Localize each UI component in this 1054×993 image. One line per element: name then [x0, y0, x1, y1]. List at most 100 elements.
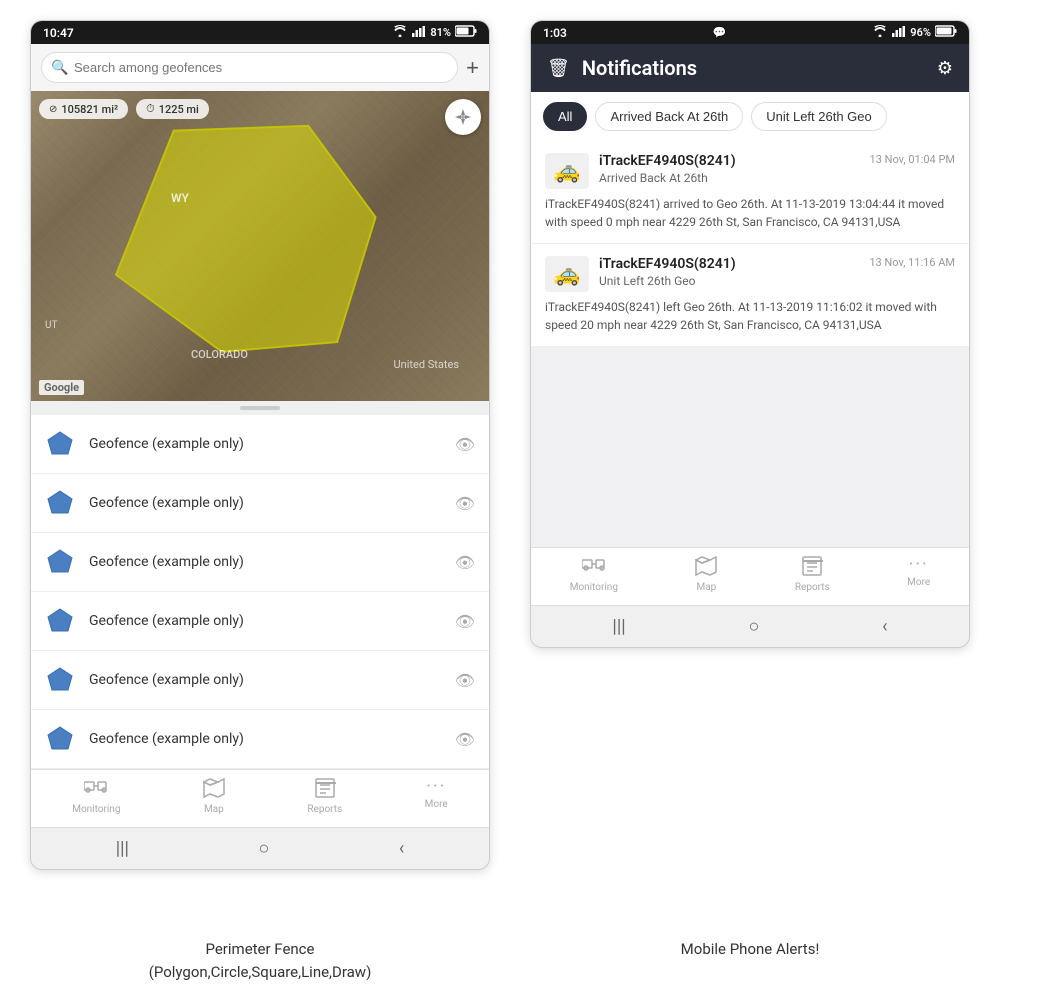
nav-monitoring-left[interactable]: Monitoring [72, 778, 120, 815]
settings-icon[interactable]: ⚙ [937, 58, 953, 79]
event-type-2: Unit Left 26th Geo [599, 274, 955, 288]
visibility-toggle-4[interactable]: 👁 [455, 612, 475, 631]
visibility-toggle-6[interactable]: 👁 [455, 730, 475, 749]
right-battery-icon [935, 25, 957, 40]
android-menu-btn[interactable]: ||| [116, 838, 129, 859]
nav-more-right[interactable]: ··· More [907, 556, 930, 593]
geofence-item-3[interactable]: Geofence (example only) 👁 [31, 533, 489, 592]
reports-label-left: Reports [307, 804, 342, 815]
map-stats: ⊘ 105821 mi² ⏱ 1225 mi [39, 99, 209, 119]
geofence-item-1[interactable]: Geofence (example only) 👁 [31, 415, 489, 474]
android-back-btn[interactable]: ‹ [399, 838, 404, 859]
left-phone: 10:47 81% 🔍 [30, 20, 490, 928]
map-label-wy: WY [171, 191, 189, 205]
right-time: 1:03 [543, 26, 567, 40]
device-name-1: iTrackEF4940S(8241) [599, 153, 736, 169]
area-icon: ⊘ [49, 104, 57, 115]
notif-info-1: iTrackEF4940S(8241) 13 Nov, 01:04 PM Arr… [599, 153, 955, 185]
reports-icon-left [314, 778, 336, 801]
android-home-btn[interactable]: ○ [258, 838, 269, 859]
geofence-list: Geofence (example only) 👁 Geofence (exam… [31, 415, 489, 769]
geofence-item-4[interactable]: Geofence (example only) 👁 [31, 592, 489, 651]
left-android-nav: ||| ○ ‹ [31, 827, 489, 869]
geofence-name-3: Geofence (example only) [89, 554, 441, 570]
perimeter-icon: ⏱ [146, 102, 155, 116]
scroll-indicator [31, 401, 489, 415]
geofence-icon-5 [45, 665, 75, 695]
visibility-toggle-2[interactable]: 👁 [455, 494, 475, 513]
more-icon-right: ··· [909, 556, 929, 574]
geofence-icon-3 [45, 547, 75, 577]
signal-icon [412, 25, 426, 40]
right-android-home-btn[interactable]: ○ [748, 616, 759, 637]
monitoring-label-left: Monitoring [72, 804, 120, 815]
caption-left: Perimeter Fence(Polygon,Circle,Square,Li… [30, 928, 490, 993]
notif-row-1: iTrackEF4940S(8241) 13 Nov, 01:04 PM [599, 153, 955, 169]
nav-monitoring-right[interactable]: Monitoring [570, 556, 618, 593]
visibility-toggle-3[interactable]: 👁 [455, 553, 475, 572]
nav-reports-left[interactable]: Reports [307, 778, 342, 815]
filter-tab-arrived[interactable]: Arrived Back At 26th [595, 102, 743, 131]
notification-card-2[interactable]: 🚕 iTrackEF4940S(8241) 13 Nov, 11:16 AM U… [531, 244, 969, 347]
search-input[interactable] [41, 52, 458, 83]
reports-icon-right [801, 556, 823, 579]
geofence-item-6[interactable]: Geofence (example only) 👁 [31, 710, 489, 769]
notif-body-2: iTrackEF4940S(8241) left Geo 26th. At 11… [545, 298, 955, 334]
compass-button[interactable] [445, 99, 481, 135]
right-android-menu-btn[interactable]: ||| [612, 616, 625, 637]
right-android-back-btn[interactable]: ‹ [882, 616, 887, 637]
device-name-2: iTrackEF4940S(8241) [599, 256, 736, 272]
map-label-colorado: COLORADO [191, 348, 248, 361]
notif-card-header-1: 🚕 iTrackEF4940S(8241) 13 Nov, 01:04 PM A… [545, 153, 955, 189]
more-label-left: More [425, 799, 448, 810]
geofence-name-1: Geofence (example only) [89, 436, 441, 452]
left-status-bar: 10:47 81% [31, 21, 489, 44]
notif-body-1: iTrackEF4940S(8241) arrived to Geo 26th.… [545, 195, 955, 231]
map-view[interactable]: ⊘ 105821 mi² ⏱ 1225 mi WY United States … [31, 91, 489, 401]
caption-right-text: Mobile Phone Alerts! [681, 940, 820, 958]
trash-icon[interactable]: 🗑 [547, 58, 570, 79]
map-label-left: Map [204, 804, 224, 815]
filter-tab-all[interactable]: All [543, 102, 587, 131]
battery-icon [455, 25, 477, 40]
map-label-ut: UT [45, 320, 57, 331]
add-geofence-button[interactable]: + [466, 55, 479, 81]
geofence-polygon-overlay [91, 121, 391, 371]
nav-more-left[interactable]: ··· More [425, 778, 448, 815]
notification-card-1[interactable]: 🚕 iTrackEF4940S(8241) 13 Nov, 01:04 PM A… [531, 141, 969, 244]
nav-reports-right[interactable]: Reports [795, 556, 830, 593]
perimeter-stat: ⏱ 1225 mi [136, 99, 209, 119]
notifications-title: Notifications [582, 56, 925, 80]
left-bottom-nav: Monitoring Map Reports ··· More [31, 769, 489, 827]
monitoring-label-right: Monitoring [570, 582, 618, 593]
timestamp-1: 13 Nov, 01:04 PM [870, 153, 955, 166]
notifications-list: 🚕 iTrackEF4940S(8241) 13 Nov, 01:04 PM A… [531, 141, 969, 547]
left-time: 10:47 [43, 26, 74, 40]
search-wrapper[interactable]: 🔍 [41, 52, 458, 83]
visibility-toggle-5[interactable]: 👁 [455, 671, 475, 690]
timestamp-2: 13 Nov, 11:16 AM [869, 256, 955, 269]
caption-left-text: Perimeter Fence(Polygon,Circle,Square,Li… [149, 940, 372, 981]
notif-card-header-2: 🚕 iTrackEF4940S(8241) 13 Nov, 11:16 AM U… [545, 256, 955, 292]
nav-map-right[interactable]: Map [695, 556, 717, 593]
geofence-item-2[interactable]: Geofence (example only) 👁 [31, 474, 489, 533]
search-bar-container: 🔍 + [31, 44, 489, 91]
map-label-us: United States [394, 358, 459, 371]
right-phone: 1:03 💬 96% 🗑 Notifi [530, 20, 970, 928]
notifications-header: 🗑 Notifications ⚙ [531, 44, 969, 92]
left-status-icons: 81% [392, 25, 477, 40]
captions-row: Perimeter Fence(Polygon,Circle,Square,Li… [0, 928, 1054, 993]
map-icon-right [695, 556, 717, 579]
geofence-icon-1 [45, 429, 75, 459]
right-signal-icon [892, 25, 906, 40]
area-stat: ⊘ 105821 mi² [39, 99, 128, 119]
visibility-toggle-1[interactable]: 👁 [455, 435, 475, 454]
filter-tab-left[interactable]: Unit Left 26th Geo [751, 102, 887, 131]
notif-info-2: iTrackEF4940S(8241) 13 Nov, 11:16 AM Uni… [599, 256, 955, 288]
battery-label: 81% [430, 26, 451, 39]
nav-map-left[interactable]: Map [203, 778, 225, 815]
geofence-name-2: Geofence (example only) [89, 495, 441, 511]
right-bottom-nav: Monitoring Map Reports ··· More [531, 547, 969, 605]
caption-right: Mobile Phone Alerts! [530, 928, 970, 993]
geofence-item-5[interactable]: Geofence (example only) 👁 [31, 651, 489, 710]
